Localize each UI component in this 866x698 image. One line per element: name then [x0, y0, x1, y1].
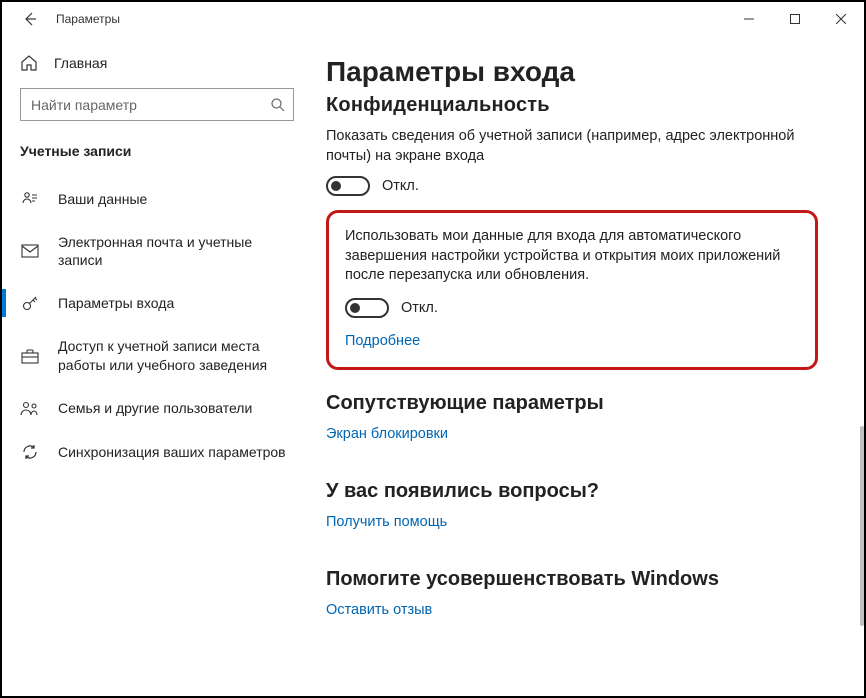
section-heading: Учетные записи: [2, 133, 312, 177]
auto-signin-toggle-row: Откл.: [345, 298, 799, 318]
help-section: У вас появились вопросы? Получить помощь: [326, 480, 836, 538]
titlebar: Параметры: [2, 2, 864, 36]
arrow-left-icon: [22, 11, 38, 27]
sidebar-item-work-access[interactable]: Доступ к учетной записи места работы или…: [2, 325, 312, 385]
sidebar-item-your-info[interactable]: Ваши данные: [2, 177, 312, 221]
home-icon: [20, 54, 38, 72]
search-input[interactable]: [20, 88, 294, 121]
home-label: Главная: [54, 55, 107, 71]
learn-more-link[interactable]: Подробнее: [345, 333, 420, 349]
back-button[interactable]: [18, 7, 42, 31]
feedback-heading: Помогите усовершенствовать Windows: [326, 568, 836, 591]
window-title: Параметры: [56, 12, 120, 26]
sidebar-item-label: Ваши данные: [58, 190, 147, 208]
toggle-knob: [350, 303, 360, 313]
auto-signin-description: Использовать мои данные для входа для ав…: [345, 227, 799, 286]
sidebar-item-label: Электронная почта и учетные записи: [58, 233, 294, 269]
search-container: [20, 88, 294, 121]
sidebar-item-label: Доступ к учетной записи места работы или…: [58, 337, 294, 373]
highlight-annotation: Использовать мои данные для входа для ав…: [326, 210, 818, 370]
account-info-description: Показать сведения об учетной записи (нап…: [326, 127, 796, 166]
maximize-button[interactable]: [772, 2, 818, 36]
account-info-toggle-row: Откл.: [326, 176, 836, 196]
mail-icon: [20, 241, 40, 261]
sidebar-item-label: Синхронизация ваших параметров: [58, 443, 286, 461]
auto-signin-toggle[interactable]: [345, 298, 389, 318]
sidebar-item-sync[interactable]: Синхронизация ваших параметров: [2, 430, 312, 474]
maximize-icon: [790, 14, 800, 24]
minimize-button[interactable]: [726, 2, 772, 36]
help-heading: У вас появились вопросы?: [326, 480, 836, 503]
sidebar-item-signin-options[interactable]: Параметры входа: [2, 281, 312, 325]
feedback-section: Помогите усовершенствовать Windows Остав…: [326, 568, 836, 626]
settings-window: Параметры Главная Учетные записи Ваши да…: [0, 0, 866, 698]
sidebar: Главная Учетные записи Ваши данные Элект…: [2, 36, 312, 696]
home-link[interactable]: Главная: [2, 44, 312, 82]
minimize-icon: [744, 14, 754, 24]
sync-icon: [20, 442, 40, 462]
sidebar-item-label: Семья и другие пользователи: [58, 399, 252, 417]
related-heading: Сопутствующие параметры: [326, 392, 836, 415]
scrollbar[interactable]: [858, 166, 864, 686]
page-title: Параметры входа: [326, 56, 836, 88]
related-section: Сопутствующие параметры Экран блокировки: [326, 392, 836, 450]
get-help-link[interactable]: Получить помощь: [326, 514, 447, 530]
toggle-state-label: Откл.: [401, 300, 438, 316]
people-icon: [20, 398, 40, 418]
sidebar-item-family[interactable]: Семья и другие пользователи: [2, 386, 312, 430]
window-controls: [726, 2, 864, 36]
sidebar-item-email[interactable]: Электронная почта и учетные записи: [2, 221, 312, 281]
feedback-link[interactable]: Оставить отзыв: [326, 602, 432, 618]
scrollbar-thumb[interactable]: [860, 426, 864, 626]
toggle-knob: [331, 181, 341, 191]
key-icon: [20, 293, 40, 313]
sidebar-item-label: Параметры входа: [58, 294, 174, 312]
toggle-state-label: Откл.: [382, 178, 419, 194]
privacy-heading: Конфиденциальность: [326, 94, 836, 117]
account-info-toggle[interactable]: [326, 176, 370, 196]
person-badge-icon: [20, 189, 40, 209]
briefcase-icon: [20, 346, 40, 366]
lock-screen-link[interactable]: Экран блокировки: [326, 426, 448, 442]
search-icon: [270, 97, 286, 113]
close-button[interactable]: [818, 2, 864, 36]
close-icon: [836, 14, 846, 24]
main-content: Параметры входа Конфиденциальность Показ…: [312, 36, 864, 696]
